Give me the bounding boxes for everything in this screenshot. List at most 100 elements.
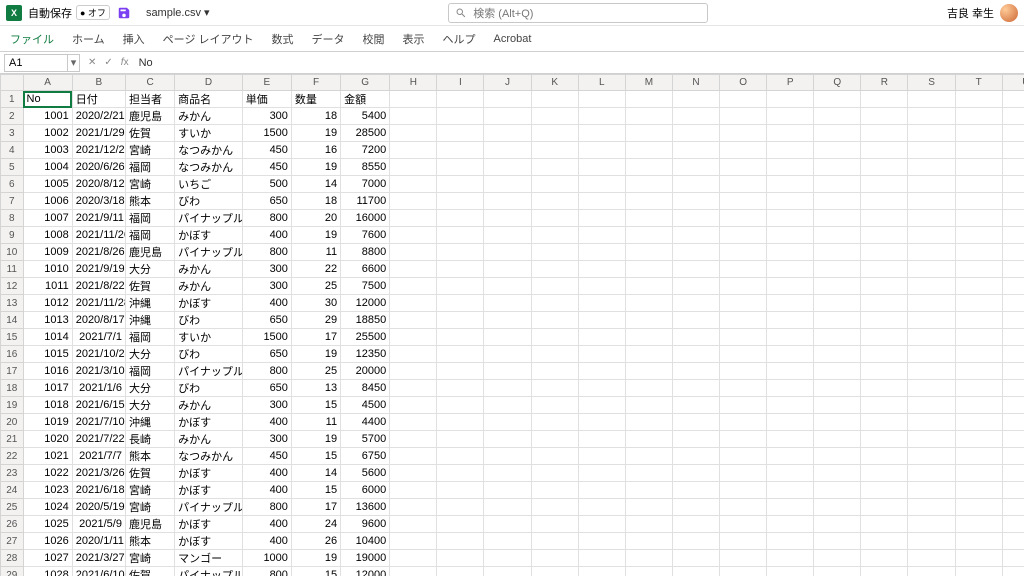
- cell[interactable]: パイナップル: [175, 499, 243, 516]
- cell[interactable]: [814, 312, 861, 329]
- cell[interactable]: [908, 159, 955, 176]
- cell[interactable]: 宮崎: [125, 482, 174, 499]
- cell[interactable]: [531, 312, 578, 329]
- cell[interactable]: [578, 176, 625, 193]
- cell[interactable]: [955, 108, 1002, 125]
- col-header-S[interactable]: S: [908, 75, 955, 91]
- cell[interactable]: [908, 550, 955, 567]
- cell[interactable]: [625, 499, 672, 516]
- cell[interactable]: 400: [242, 227, 291, 244]
- cell[interactable]: 1000: [242, 550, 291, 567]
- cell[interactable]: [484, 329, 531, 346]
- cell[interactable]: 650: [242, 193, 291, 210]
- cell[interactable]: [767, 482, 814, 499]
- cell[interactable]: 大分: [125, 261, 174, 278]
- cell[interactable]: 2021/7/7: [72, 448, 125, 465]
- cell[interactable]: 2020/3/18: [72, 193, 125, 210]
- row-header[interactable]: 4: [1, 142, 24, 159]
- cell[interactable]: [861, 465, 908, 482]
- cell[interactable]: なつみかん: [175, 448, 243, 465]
- cell[interactable]: [672, 91, 719, 108]
- cell[interactable]: [672, 108, 719, 125]
- cell[interactable]: [578, 108, 625, 125]
- cell[interactable]: 2021/11/28: [72, 295, 125, 312]
- cell[interactable]: 2021/8/26: [72, 244, 125, 261]
- cell[interactable]: [720, 465, 767, 482]
- cell[interactable]: [531, 431, 578, 448]
- cell[interactable]: [672, 210, 719, 227]
- row-header[interactable]: 22: [1, 448, 24, 465]
- cell[interactable]: [531, 159, 578, 176]
- cell[interactable]: 12000: [341, 567, 390, 576]
- cell[interactable]: 400: [242, 516, 291, 533]
- cell[interactable]: [578, 295, 625, 312]
- cell[interactable]: 2021/7/22: [72, 431, 125, 448]
- cell[interactable]: [1002, 346, 1024, 363]
- cell[interactable]: [531, 108, 578, 125]
- cell[interactable]: [955, 125, 1002, 142]
- cell[interactable]: [578, 278, 625, 295]
- cell[interactable]: [814, 431, 861, 448]
- cell[interactable]: [720, 142, 767, 159]
- cell[interactable]: パイナップル: [175, 567, 243, 576]
- cell[interactable]: [861, 567, 908, 576]
- cell[interactable]: 宮崎: [125, 550, 174, 567]
- cell[interactable]: [437, 244, 484, 261]
- cell[interactable]: 19: [291, 227, 340, 244]
- row-header[interactable]: 13: [1, 295, 24, 312]
- cell[interactable]: [955, 142, 1002, 159]
- cell[interactable]: [861, 142, 908, 159]
- cell[interactable]: [814, 125, 861, 142]
- cell[interactable]: [908, 397, 955, 414]
- cell[interactable]: 1028: [23, 567, 72, 576]
- cell[interactable]: [578, 533, 625, 550]
- cell[interactable]: [767, 244, 814, 261]
- cell[interactable]: 25: [291, 363, 340, 380]
- cell[interactable]: [814, 482, 861, 499]
- enter-icon[interactable]: ✓: [102, 57, 114, 68]
- cell[interactable]: [390, 533, 437, 550]
- cell[interactable]: [814, 210, 861, 227]
- cell[interactable]: かぼす: [175, 482, 243, 499]
- cell[interactable]: [484, 567, 531, 576]
- cell[interactable]: [437, 397, 484, 414]
- cell[interactable]: みかん: [175, 108, 243, 125]
- cell[interactable]: [531, 516, 578, 533]
- cell[interactable]: [390, 159, 437, 176]
- cell[interactable]: [720, 431, 767, 448]
- cell[interactable]: [814, 516, 861, 533]
- cell[interactable]: [672, 550, 719, 567]
- cell[interactable]: [861, 227, 908, 244]
- cell[interactable]: [814, 261, 861, 278]
- cell[interactable]: [955, 295, 1002, 312]
- cell[interactable]: [955, 448, 1002, 465]
- cell[interactable]: [390, 499, 437, 516]
- cell[interactable]: 佐賀: [125, 567, 174, 576]
- cell[interactable]: [720, 380, 767, 397]
- cell[interactable]: [531, 295, 578, 312]
- cell[interactable]: [1002, 414, 1024, 431]
- cell[interactable]: 1500: [242, 329, 291, 346]
- cell[interactable]: [531, 550, 578, 567]
- cell[interactable]: [531, 329, 578, 346]
- cell[interactable]: [672, 567, 719, 576]
- cell[interactable]: [955, 363, 1002, 380]
- ribbon-tab-ファイル[interactable]: ファイル: [8, 27, 56, 51]
- cell[interactable]: [484, 346, 531, 363]
- cell[interactable]: [861, 499, 908, 516]
- ribbon-tab-挿入[interactable]: 挿入: [121, 27, 147, 51]
- cell[interactable]: [390, 210, 437, 227]
- cell[interactable]: [484, 176, 531, 193]
- cell[interactable]: 28500: [341, 125, 390, 142]
- col-header-Q[interactable]: Q: [814, 75, 861, 91]
- cell[interactable]: 18: [291, 108, 340, 125]
- cell[interactable]: [861, 397, 908, 414]
- cell[interactable]: びわ: [175, 193, 243, 210]
- cell[interactable]: [672, 125, 719, 142]
- cell[interactable]: [672, 465, 719, 482]
- cell[interactable]: 数量: [291, 91, 340, 108]
- cell[interactable]: [861, 516, 908, 533]
- cell[interactable]: [484, 499, 531, 516]
- cell[interactable]: [814, 91, 861, 108]
- cell[interactable]: [437, 193, 484, 210]
